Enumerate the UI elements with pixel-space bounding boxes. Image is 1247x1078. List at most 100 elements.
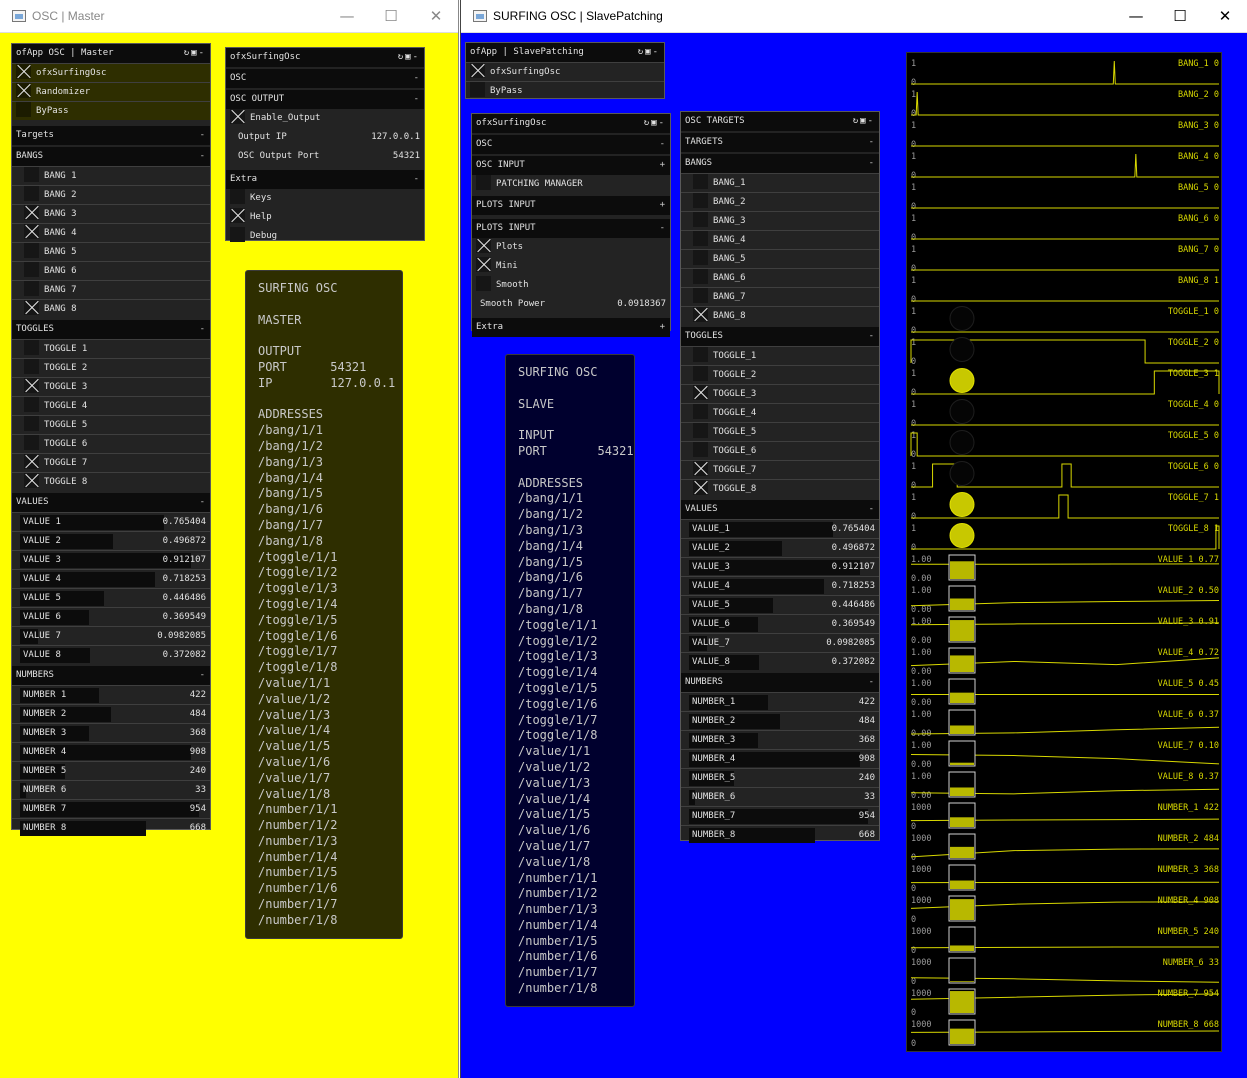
expand-icon[interactable]: + xyxy=(660,318,665,337)
bang-toggle-7[interactable]: BANG_7 xyxy=(681,287,879,306)
toggle-toggle-4[interactable]: TOGGLE 4 xyxy=(12,396,210,415)
checkbox[interactable] xyxy=(24,473,39,488)
value-slider-4[interactable]: VALUE_4 0.718253 xyxy=(681,576,879,595)
group-toggles[interactable]: TOGGLES - xyxy=(12,320,210,339)
checkbox[interactable] xyxy=(693,442,708,457)
enable-output-toggle[interactable]: Enable_Output xyxy=(226,109,424,128)
toggle-bypass[interactable]: ByPass xyxy=(466,81,664,100)
group-osc-input[interactable]: OSC INPUT + xyxy=(472,156,670,175)
bang-toggle-8[interactable]: BANG_8 xyxy=(681,306,879,325)
smooth-toggle[interactable]: Smooth xyxy=(472,276,670,295)
checkbox[interactable] xyxy=(24,300,39,315)
group-bangs[interactable]: BANGS - xyxy=(12,147,210,166)
mini-toggle[interactable]: Mini xyxy=(472,257,670,276)
value-slider-6[interactable]: VALUE_6 0.369549 xyxy=(681,614,879,633)
debug-toggle[interactable]: Debug xyxy=(226,227,424,246)
group-numbers[interactable]: NUMBERS - xyxy=(681,673,879,692)
collapse-icon[interactable]: - xyxy=(414,69,419,88)
bang-toggle-5[interactable]: BANG_5 xyxy=(681,249,879,268)
checkbox[interactable] xyxy=(693,480,708,495)
value-slider-2[interactable]: VALUE_2 0.496872 xyxy=(681,538,879,557)
collapse-icon[interactable]: - xyxy=(200,126,205,145)
checkbox[interactable] xyxy=(230,227,245,242)
value-slider-5[interactable]: VALUE_5 0.446486 xyxy=(681,595,879,614)
number-slider-6[interactable]: NUMBER 6 33 xyxy=(12,780,210,799)
group-extra[interactable]: Extra - xyxy=(226,170,424,189)
collapse-icon[interactable]: - xyxy=(868,116,875,126)
value-slider-7[interactable]: VALUE 7 0.0982085 xyxy=(12,626,210,645)
bang-toggle-3[interactable]: BANG 3 xyxy=(12,204,210,223)
toggle-toggle-1[interactable]: TOGGLE 1 xyxy=(12,339,210,358)
checkbox[interactable] xyxy=(24,243,39,258)
value-slider-3[interactable]: VALUE 3 0.912107 xyxy=(12,550,210,569)
number-slider-7[interactable]: NUMBER 7 954 xyxy=(12,799,210,818)
value-slider-1[interactable]: VALUE 1 0.765404 xyxy=(12,512,210,531)
checkbox[interactable] xyxy=(693,461,708,476)
toggle-randomizer[interactable]: Randomizer xyxy=(12,82,210,101)
close-icon[interactable]: ✕ xyxy=(1210,6,1240,26)
collapse-icon[interactable]: - xyxy=(199,48,206,58)
bang-toggle-3[interactable]: BANG_3 xyxy=(681,211,879,230)
collapse-icon[interactable]: - xyxy=(869,673,874,692)
bang-toggle-6[interactable]: BANG_6 xyxy=(681,268,879,287)
toggle-toggle-7[interactable]: TOGGLE_7 xyxy=(681,460,879,479)
value-slider-2[interactable]: VALUE 2 0.496872 xyxy=(12,531,210,550)
toggle-toggle-3[interactable]: TOGGLE_3 xyxy=(681,384,879,403)
group-osc[interactable]: OSC - xyxy=(226,69,424,88)
checkbox[interactable] xyxy=(16,64,31,79)
number-slider-1[interactable]: NUMBER_1 422 xyxy=(681,692,879,711)
checkbox[interactable] xyxy=(24,224,39,239)
collapse-icon[interactable]: - xyxy=(414,90,419,109)
expand-icon[interactable]: + xyxy=(660,196,665,215)
group-numbers[interactable]: NUMBERS - xyxy=(12,666,210,685)
toggle-toggle-7[interactable]: TOGGLE 7 xyxy=(12,453,210,472)
collapse-icon[interactable]: - xyxy=(200,493,205,512)
checkbox[interactable] xyxy=(24,454,39,469)
checkbox[interactable] xyxy=(24,186,39,201)
checkbox[interactable] xyxy=(24,205,39,220)
number-slider-5[interactable]: NUMBER_5 240 xyxy=(681,768,879,787)
group-values[interactable]: VALUES - xyxy=(12,493,210,512)
checkbox[interactable] xyxy=(24,397,39,412)
bang-toggle-1[interactable]: BANG 1 xyxy=(12,166,210,185)
collapse-icon[interactable]: - xyxy=(869,500,874,519)
toggle-toggle-4[interactable]: TOGGLE_4 xyxy=(681,403,879,422)
number-slider-1[interactable]: NUMBER 1 422 xyxy=(12,685,210,704)
smooth-power-slider[interactable]: Smooth Power 0.0918367 xyxy=(472,295,670,314)
checkbox[interactable] xyxy=(476,276,491,291)
value-slider-8[interactable]: VALUE 8 0.372082 xyxy=(12,645,210,664)
checkbox[interactable] xyxy=(24,281,39,296)
minimize-icon[interactable]: — xyxy=(1121,6,1151,26)
group-bangs[interactable]: BANGS - xyxy=(681,154,879,173)
maximize-icon[interactable]: ☐ xyxy=(1165,6,1195,26)
checkbox[interactable] xyxy=(693,423,708,438)
bang-toggle-6[interactable]: BANG 6 xyxy=(12,261,210,280)
value-slider-8[interactable]: VALUE_8 0.372082 xyxy=(681,652,879,671)
toggle-toggle-2[interactable]: TOGGLE 2 xyxy=(12,358,210,377)
toggle-toggle-8[interactable]: TOGGLE_8 xyxy=(681,479,879,498)
toggle-ofxsurfingosc[interactable]: ofxSurfingOsc xyxy=(12,63,210,82)
number-slider-5[interactable]: NUMBER 5 240 xyxy=(12,761,210,780)
number-slider-8[interactable]: NUMBER_8 668 xyxy=(681,825,879,844)
number-slider-4[interactable]: NUMBER_4 908 xyxy=(681,749,879,768)
number-slider-3[interactable]: NUMBER 3 368 xyxy=(12,723,210,742)
checkbox[interactable] xyxy=(24,359,39,374)
output-port-field[interactable]: OSC Output Port 54321 xyxy=(226,147,424,166)
checkbox[interactable] xyxy=(24,378,39,393)
checkbox[interactable] xyxy=(693,347,708,362)
minimize-icon[interactable]: — xyxy=(332,6,362,26)
checkbox[interactable] xyxy=(693,366,708,381)
checkbox[interactable] xyxy=(693,288,708,303)
number-slider-6[interactable]: NUMBER_6 33 xyxy=(681,787,879,806)
checkbox[interactable] xyxy=(24,167,39,182)
checkbox[interactable] xyxy=(230,208,245,223)
toggle-ofxsurfingosc[interactable]: ofxSurfingOsc xyxy=(466,62,664,81)
save-icon[interactable]: ▣ xyxy=(860,116,867,126)
checkbox[interactable] xyxy=(16,83,31,98)
bang-toggle-2[interactable]: BANG_2 xyxy=(681,192,879,211)
group-targets[interactable]: TARGETS - xyxy=(681,133,879,152)
number-slider-4[interactable]: NUMBER 4 908 xyxy=(12,742,210,761)
checkbox[interactable] xyxy=(476,238,491,253)
panel-header[interactable]: OSC TARGETS ↻▣- xyxy=(681,112,879,131)
toggle-toggle-1[interactable]: TOGGLE_1 xyxy=(681,346,879,365)
